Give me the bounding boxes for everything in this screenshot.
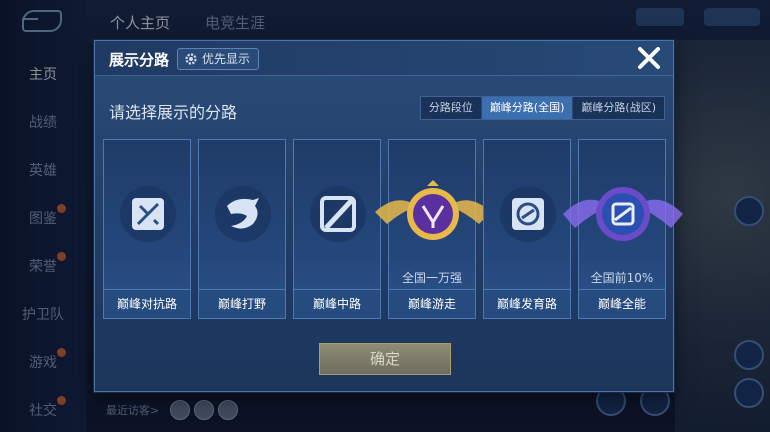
- route-card-label: 巅峰发育路: [484, 289, 570, 318]
- route-card-list: 巅峰对抗路 巅峰打野 巅峰中路 全国一万强 巅峰游走 巅峰发育路 全国前10% …: [103, 139, 683, 319]
- selection-prompt: 请选择展示的分路: [109, 103, 238, 122]
- gold-winged-emblem-icon: [367, 172, 499, 256]
- rank-source-tabs: 分路段位 巅峰分路(全国) 巅峰分路(战区): [419, 96, 665, 120]
- route-card-label: 巅峰中路: [294, 289, 380, 318]
- route-card-all-round[interactable]: 全国前10% 巅峰全能: [563, 139, 683, 319]
- dialog-title: 展示分路: [109, 51, 170, 69]
- dragon-icon: [213, 184, 273, 244]
- route-rank-label: 全国一万强: [401, 271, 462, 285]
- route-card-label: 巅峰打野: [199, 289, 285, 318]
- route-card-jungle[interactable]: 巅峰打野: [198, 139, 286, 319]
- route-rank-label: 全国前10%: [590, 271, 654, 285]
- route-card-roam[interactable]: 全国一万强 巅峰游走: [375, 139, 491, 319]
- diagonal-slash-icon: [308, 184, 368, 244]
- route-card-label: 巅峰全能: [579, 289, 665, 318]
- confirm-button[interactable]: 确定: [319, 343, 451, 375]
- route-card-label: 巅峰游走: [389, 289, 475, 318]
- purple-winged-emblem-icon: [557, 172, 689, 256]
- ring-s-icon: [498, 184, 558, 244]
- tab-peak-route-region[interactable]: 巅峰分路(战区): [573, 97, 664, 119]
- tab-route-rank[interactable]: 分路段位: [421, 97, 482, 119]
- tab-peak-route-national[interactable]: 巅峰分路(全国): [481, 97, 574, 119]
- sword-cross-icon: [118, 184, 178, 244]
- gear-icon: [185, 53, 197, 65]
- dialog-header: 展示分路 优先显示: [95, 41, 673, 76]
- route-display-dialog: 展示分路 优先显示 请选择展示的分路 分路段位 巅峰分路(全国) 巅峰分路(战区…: [94, 40, 683, 392]
- route-card-label: 巅峰对抗路: [104, 289, 190, 318]
- priority-display-button[interactable]: 优先显示: [177, 48, 260, 70]
- route-card-clash-lane[interactable]: 巅峰对抗路: [103, 139, 191, 319]
- close-icon[interactable]: [635, 44, 663, 72]
- priority-display-label: 优先显示: [202, 52, 251, 66]
